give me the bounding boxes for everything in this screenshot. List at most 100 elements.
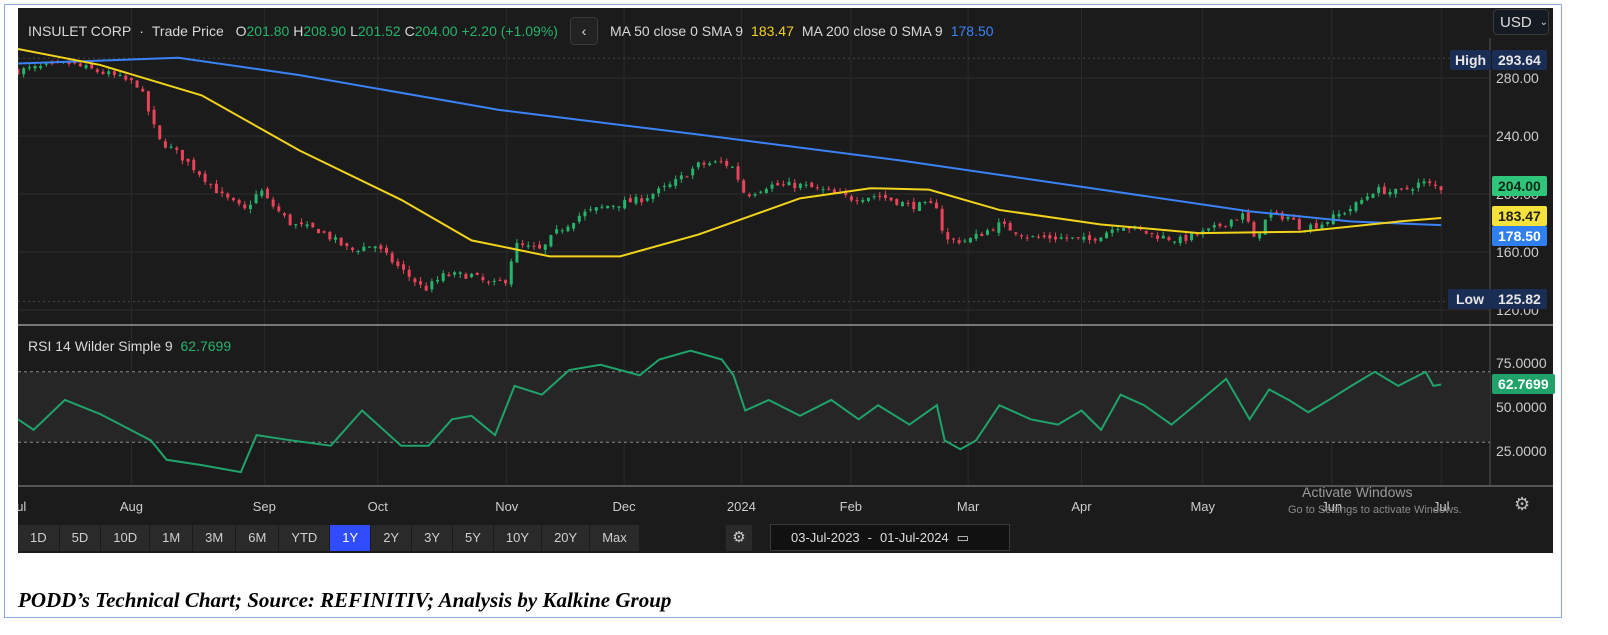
candle xyxy=(1156,235,1160,239)
range-button-5y[interactable]: 5Y xyxy=(453,525,494,551)
candle xyxy=(1371,193,1375,198)
candle xyxy=(220,191,224,194)
activate-windows-subtitle: Go to Settings to activate Windows. xyxy=(1288,504,1462,516)
range-button-ytd[interactable]: YTD xyxy=(279,525,331,551)
range-button-6m[interactable]: 6M xyxy=(236,525,280,551)
range-button-max[interactable]: Max xyxy=(590,525,640,551)
candle xyxy=(1246,212,1250,222)
candle xyxy=(1388,191,1392,195)
range-button-10d[interactable]: 10D xyxy=(101,525,151,551)
range-button-3y[interactable]: 3Y xyxy=(412,525,454,551)
candle xyxy=(464,274,468,279)
candle xyxy=(1348,208,1352,212)
range-button-20y[interactable]: 20Y xyxy=(542,525,591,551)
candle xyxy=(1399,188,1403,190)
rsi-tick-label: 25.0000 xyxy=(1496,443,1547,459)
candle xyxy=(18,68,20,75)
candle xyxy=(1048,235,1052,239)
candle xyxy=(1088,235,1092,240)
candle xyxy=(1025,237,1029,239)
candle xyxy=(1416,182,1420,188)
low-tag-label: Low xyxy=(1448,289,1492,309)
candle xyxy=(985,230,989,235)
candle xyxy=(481,277,485,281)
candle xyxy=(736,166,740,180)
chart-settings-gear-icon[interactable]: ⚙ xyxy=(1514,494,1530,515)
candle xyxy=(606,205,610,209)
collapse-legend-button[interactable]: ‹ xyxy=(569,17,598,45)
time-tick-label: Nov xyxy=(495,499,519,514)
candle xyxy=(651,193,655,199)
candle xyxy=(124,75,128,80)
last-price-value: 204.00 xyxy=(1498,178,1541,194)
candle xyxy=(1309,224,1313,230)
candle xyxy=(1439,186,1443,191)
candle xyxy=(861,200,865,202)
candle xyxy=(895,198,899,205)
high-tag-label: High xyxy=(1450,50,1492,70)
ma200-label: MA 200 close 0 SMA 9 xyxy=(801,23,943,39)
candle xyxy=(33,66,37,69)
candle xyxy=(436,279,440,282)
candle xyxy=(526,245,530,247)
candle xyxy=(265,188,269,199)
time-tick-label: Dec xyxy=(612,499,636,514)
range-button-3m[interactable]: 3M xyxy=(193,525,237,551)
candle xyxy=(39,66,43,68)
chart-canvas[interactable]: 120.00160.00200.00240.00280.0025.000050.… xyxy=(18,8,1553,553)
candle xyxy=(390,253,394,263)
candle xyxy=(1105,232,1109,239)
candle xyxy=(600,206,604,208)
candle xyxy=(521,243,525,246)
candle xyxy=(912,201,916,210)
candle xyxy=(1394,188,1398,194)
chevron-down-icon: ⌄ xyxy=(1539,16,1549,28)
change-value: +2.20 (+1.09%) xyxy=(461,23,558,39)
candle xyxy=(866,197,870,202)
currency-select[interactable]: USD ⌄ xyxy=(1493,9,1549,35)
range-settings-gear-icon[interactable]: ⚙ xyxy=(726,525,752,551)
rsi-tick-label: 50.0000 xyxy=(1496,399,1547,415)
range-button-1y[interactable]: 1Y xyxy=(330,525,372,551)
candle xyxy=(1116,229,1120,231)
range-button-5d[interactable]: 5D xyxy=(59,525,102,551)
candle xyxy=(1405,187,1409,190)
candle xyxy=(1144,230,1148,234)
candle xyxy=(810,182,814,188)
candle xyxy=(742,180,746,193)
rsi-tag: 62.7699 xyxy=(1492,374,1555,394)
candle xyxy=(260,190,264,196)
time-tick-label: May xyxy=(1190,499,1215,514)
candle xyxy=(691,168,695,176)
candle xyxy=(441,273,445,281)
candle xyxy=(991,229,995,231)
candle xyxy=(209,183,213,185)
candle xyxy=(1360,200,1364,204)
date-range-picker[interactable]: 03-Jul-2023 - 01-Jul-2024 ▭ xyxy=(770,524,1010,551)
figure-caption: PODD’s Technical Chart; Source: REFINITI… xyxy=(18,588,672,612)
candle xyxy=(271,199,275,207)
candle xyxy=(231,197,235,201)
candle xyxy=(373,246,377,249)
candle xyxy=(1382,186,1386,194)
candle xyxy=(1235,219,1239,221)
candle xyxy=(917,202,921,211)
candle xyxy=(781,184,785,186)
range-button-1m[interactable]: 1M xyxy=(150,525,194,551)
series-name: Trade Price xyxy=(151,23,224,39)
candle xyxy=(1002,221,1006,224)
range-button-10y[interactable]: 10Y xyxy=(493,525,543,551)
candle xyxy=(787,181,791,186)
candle xyxy=(101,71,105,74)
candle xyxy=(67,62,71,65)
candle xyxy=(951,238,955,240)
time-tick-label: Apr xyxy=(1071,499,1092,514)
candle xyxy=(322,231,326,233)
stock-chart[interactable]: 120.00160.00200.00240.00280.0025.000050.… xyxy=(18,8,1555,553)
range-button-2y[interactable]: 2Y xyxy=(371,525,413,551)
candle xyxy=(974,233,978,239)
candle xyxy=(333,237,337,240)
candle xyxy=(906,202,910,204)
candle xyxy=(487,281,491,283)
range-button-1d[interactable]: 1D xyxy=(18,525,60,551)
